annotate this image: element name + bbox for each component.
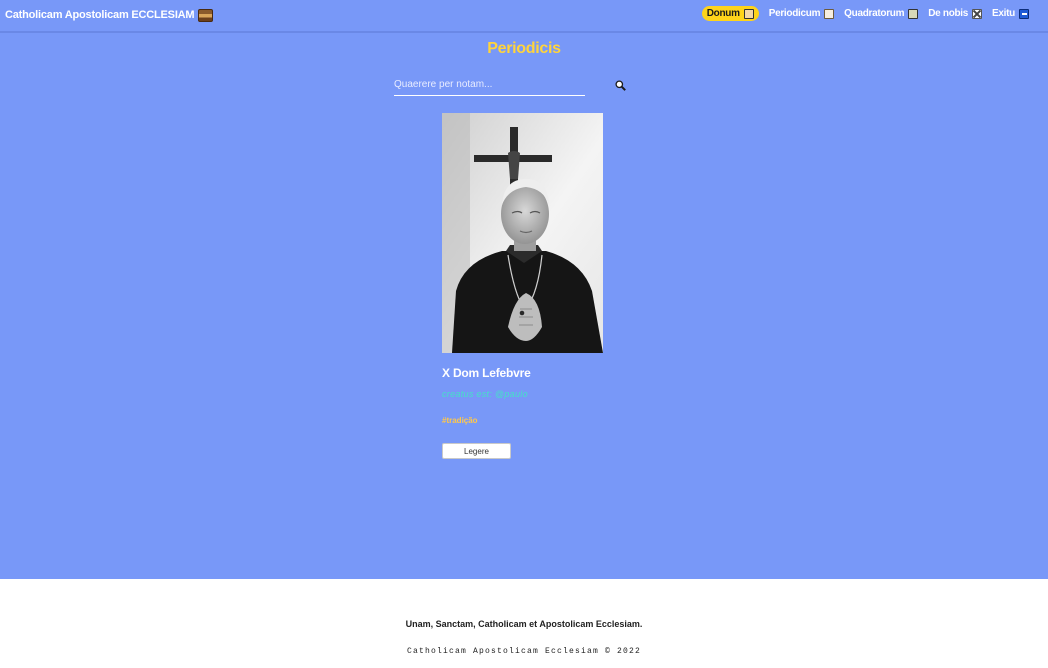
nav-quadratorum-label: Quadratorum bbox=[844, 8, 905, 19]
search-icon[interactable] bbox=[615, 80, 626, 91]
footer-copyright: Catholicam Apostolicam Ecclesiam © 2022 bbox=[406, 647, 642, 656]
top-navbar: Catholicam Apostolicam ECCLESIAM Donum P… bbox=[0, 0, 1048, 33]
read-button[interactable]: Legere bbox=[442, 443, 511, 459]
brand-link[interactable]: Catholicam Apostolicam ECCLESIAM bbox=[5, 6, 214, 24]
post-author: creatus est: @paulo bbox=[442, 389, 528, 399]
nav-de-nobis[interactable]: De nobis bbox=[928, 8, 983, 19]
nav-donum-label: Donum bbox=[706, 8, 740, 19]
nav-periodicum[interactable]: Periodicum bbox=[768, 8, 835, 19]
post-title: X Dom Lefebvre bbox=[442, 366, 531, 380]
book-icon bbox=[824, 8, 835, 19]
nav-exitu-label: Exitu bbox=[992, 8, 1015, 19]
nav-periodicum-label: Periodicum bbox=[768, 8, 821, 19]
nav-quadratorum[interactable]: Quadratorum bbox=[844, 8, 919, 19]
brand-name: Catholicam Apostolicam ECCLESIAM bbox=[5, 9, 195, 21]
post-photo bbox=[442, 113, 603, 353]
exit-icon bbox=[1019, 8, 1029, 19]
hand-pointing-icon bbox=[743, 8, 754, 19]
main-area: Catholicam Apostolicam ECCLESIAM Donum P… bbox=[0, 0, 1048, 579]
page-title: Periodicis bbox=[487, 40, 561, 57]
search-input[interactable] bbox=[394, 73, 585, 95]
nav-donum[interactable]: Donum bbox=[701, 6, 759, 21]
crossed-swords-icon bbox=[972, 8, 983, 19]
footer-motto: Unam, Sanctam, Catholicam et Apostolicam… bbox=[405, 619, 643, 629]
search-field bbox=[394, 73, 585, 96]
nav-de-nobis-label: De nobis bbox=[928, 8, 969, 19]
picture-frame-icon bbox=[908, 8, 919, 19]
post-tag[interactable]: #tradição bbox=[442, 416, 603, 425]
nav-exitu[interactable]: Exitu bbox=[992, 8, 1029, 19]
church-icon bbox=[198, 8, 214, 22]
post-card: X Dom Lefebvre creatus est: @paulo #trad… bbox=[442, 113, 603, 459]
nav-menu: Donum Periodicum Quadratorum De nobis Ex… bbox=[701, 4, 1029, 23]
